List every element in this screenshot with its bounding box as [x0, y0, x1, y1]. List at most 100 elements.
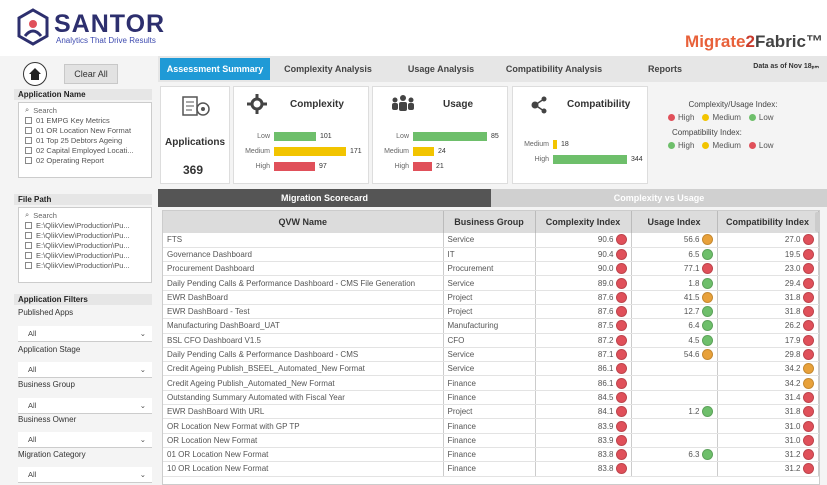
bar-value: 101 — [320, 133, 332, 140]
complexity-vs-usage-tab[interactable]: Complexity vs Usage — [491, 189, 827, 207]
list-item[interactable]: 01 OR Location New Format — [19, 125, 151, 135]
checkbox[interactable] — [25, 221, 32, 229]
usage-index-cell: 6.5 — [631, 247, 718, 263]
col-header-complexity-index[interactable]: Complexity Index — [535, 211, 632, 233]
application-filters-title: Application Filters — [14, 294, 152, 305]
compatibility-title: Compatibility — [567, 99, 631, 110]
qvw-name-cell: 01 OR Location New Format — [163, 447, 444, 463]
status-dot — [802, 420, 814, 432]
status-dot — [701, 306, 713, 318]
table-row[interactable]: Governance Dashboard IT 90.4 6.5 19.5 — [163, 247, 819, 263]
table-scrollbar[interactable] — [815, 212, 820, 232]
compatibility-index-cell: 31.2 — [717, 461, 819, 477]
qvw-name-cell: Procurement Dashboard — [163, 261, 444, 277]
table-row[interactable]: Credit Ageing Publish_BSEEL_Automated_Ne… — [163, 361, 819, 377]
complexity-index-cell: 87.5 — [535, 318, 632, 334]
table-row[interactable]: OR Location New Format Finance 83.9 31.0 — [163, 433, 819, 448]
index-value: 87.2 — [597, 335, 614, 345]
list-item[interactable]: 02 Operating Report — [19, 155, 151, 165]
business-group-cell: Manufacturing — [443, 318, 536, 334]
table-row[interactable]: 10 OR Location New Format Finance 83.8 31.2 — [163, 461, 819, 477]
checkbox[interactable] — [25, 116, 32, 124]
usage-index-cell — [631, 461, 718, 477]
list-item[interactable]: 02 Capital Employed Locati... — [19, 145, 151, 155]
table-row[interactable]: Credit Ageing Publish_Automated_New Form… — [163, 375, 819, 391]
table-row[interactable]: Procurement Dashboard Procurement 90.0 77.1… — [163, 261, 819, 277]
index-value: 31.4 — [784, 392, 801, 402]
table-row[interactable]: FTS Service 90.6 56.6 27.0 — [163, 233, 819, 248]
bar-label: Low — [396, 133, 409, 140]
checkbox[interactable] — [25, 251, 32, 259]
complexity-index-cell: 83.8 — [535, 461, 632, 477]
list-item[interactable]: 01 Top 25 Debtors Ageing — [19, 135, 151, 145]
application-search-input[interactable]: ⌕ Search — [19, 105, 151, 115]
table-row[interactable]: Manufacturing DashBoard_UAT Manufacturing… — [163, 318, 819, 334]
application-stage-dropdown[interactable]: All ⌄ — [18, 362, 152, 378]
home-button[interactable] — [23, 62, 47, 86]
table-row[interactable]: 01 OR Location New Format Finance 83.8 6.3 3… — [163, 447, 819, 463]
checkbox[interactable] — [25, 146, 32, 154]
legend-item: High — [668, 141, 694, 150]
tab-assessment-summary[interactable]: Assessment Summary — [160, 58, 270, 80]
table-row[interactable]: EWR DashBoard - Test Project 87.6 12.7 31.8 — [163, 304, 819, 320]
col-header-business-group[interactable]: Business Group — [443, 211, 536, 233]
table-row[interactable]: BSL CFO Dashboard V1.5 CFO 87.2 4.5 17.9 — [163, 333, 819, 348]
table-row[interactable]: OR Location New Format with GP TP Finance… — [163, 418, 819, 434]
status-dot — [615, 449, 627, 461]
checkbox[interactable] — [25, 126, 32, 134]
table-row[interactable]: Outstanding Summary Automated with Fisca… — [163, 390, 819, 406]
list-item-label: 01 EMPG Key Metrics — [36, 115, 110, 125]
migration-category-dropdown[interactable]: All ⌄ — [18, 467, 152, 483]
list-item[interactable]: E:\QlikView\Production\Pu... — [19, 220, 151, 230]
table-row[interactable]: Daily Pending Calls & Performance Dashbo… — [163, 275, 819, 291]
complexity-index-cell: 86.1 — [535, 375, 632, 391]
index-value: 86.1 — [597, 364, 614, 374]
status-dot — [615, 291, 627, 303]
col-header-compatibility-index[interactable]: Compatibility Index — [717, 211, 819, 233]
bar-label: Medium — [245, 148, 270, 155]
clear-all-button[interactable]: Clear All — [64, 64, 118, 84]
migration-scorecard-tab[interactable]: Migration Scorecard — [158, 189, 491, 207]
applications-icon — [182, 96, 210, 116]
complexity-index-cell: 84.5 — [535, 390, 632, 406]
bar-row: Medium 171 — [234, 144, 370, 159]
list-item[interactable]: E:\QlikView\Production\Pu... — [19, 250, 151, 260]
tab-compatibility-analysis[interactable]: Compatibility Analysis — [498, 58, 610, 80]
status-dot — [701, 263, 713, 275]
tab-usage-analysis[interactable]: Usage Analysis — [386, 58, 496, 80]
index-value: 83.9 — [597, 421, 614, 431]
status-dot — [802, 434, 814, 446]
index-value: 17.9 — [784, 335, 801, 345]
index-value: 31.8 — [784, 292, 801, 302]
business-group-dropdown[interactable]: All ⌄ — [18, 398, 152, 414]
usage-bars: Low 85 Medium 24 High 21 — [373, 129, 509, 174]
published-apps-dropdown[interactable]: All ⌄ — [18, 326, 152, 342]
complexity-index-cell: 86.1 — [535, 361, 632, 377]
table-row[interactable]: EWR DashBoard Project 87.6 41.5 31.8 — [163, 290, 819, 305]
checkbox[interactable] — [25, 136, 32, 144]
checkbox[interactable] — [25, 261, 32, 269]
index-value: 23.0 — [784, 264, 801, 274]
brand-name: SANTOR — [54, 10, 166, 38]
list-item[interactable]: E:\QlikView\Production\Pu... — [19, 240, 151, 250]
legend-dot — [702, 142, 710, 149]
checkbox[interactable] — [25, 241, 32, 249]
col-header-usage-index[interactable]: Usage Index — [631, 211, 718, 233]
list-item-label: E:\QlikView\Production\Pu... — [36, 250, 130, 260]
list-item[interactable]: E:\QlikView\Production\Pu... — [19, 230, 151, 240]
file-path-search-input[interactable]: ⌕ Search — [19, 210, 151, 220]
table-row[interactable]: Daily Pending Calls & Performance Dashbo… — [163, 347, 819, 363]
complexity-icon — [247, 94, 267, 114]
tab-reports[interactable]: Reports — [612, 58, 718, 80]
table-row[interactable]: EWR DashBoard With URL Project 84.1 1.2 31.8 — [163, 404, 819, 420]
business-owner-dropdown[interactable]: All ⌄ — [18, 432, 152, 448]
checkbox[interactable] — [25, 156, 32, 164]
checkbox[interactable] — [25, 231, 32, 239]
col-header-qvw-name[interactable]: QVW Name — [163, 211, 444, 233]
tab-complexity-analysis[interactable]: Complexity Analysis — [272, 58, 384, 80]
qvw-name-cell: OR Location New Format — [163, 433, 444, 448]
list-item[interactable]: 01 EMPG Key Metrics — [19, 115, 151, 125]
index-value: 31.2 — [784, 450, 801, 460]
usage-index-cell — [631, 390, 718, 406]
list-item[interactable]: E:\QlikView\Production\Pu... — [19, 260, 151, 270]
